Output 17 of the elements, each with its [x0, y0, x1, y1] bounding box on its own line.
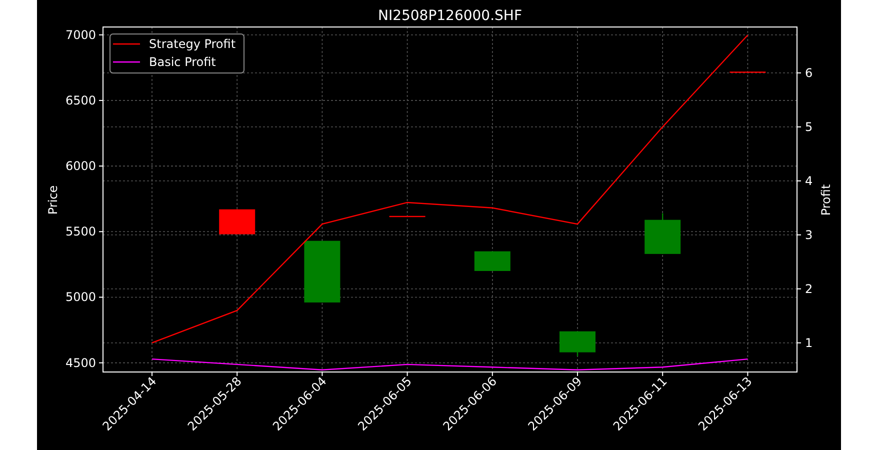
y-tick-label: 4500	[65, 356, 96, 370]
y-tick-label: 5500	[65, 224, 96, 239]
chart-title: NI2508P126000.SHF	[378, 8, 522, 24]
y-axis-label: Price	[46, 185, 60, 215]
y-tick-label: 5000	[65, 290, 96, 304]
legend-label: Strategy Profit	[149, 37, 236, 51]
y-tick-label: 3	[805, 228, 813, 242]
y-tick-label: 6500	[65, 93, 96, 108]
y-tick-label: 6000	[65, 159, 96, 174]
y-tick-label: 4	[805, 174, 813, 188]
y-tick-label: 7000	[65, 28, 96, 42]
y-tick-label: 6	[805, 66, 813, 80]
y-tick-label: 1	[805, 336, 813, 350]
legend-label: Basic Profit	[149, 55, 216, 69]
y-tick-label: 2	[805, 282, 813, 296]
y-tick-label: 5	[805, 120, 813, 134]
y-axis-label: Profit	[819, 184, 833, 216]
